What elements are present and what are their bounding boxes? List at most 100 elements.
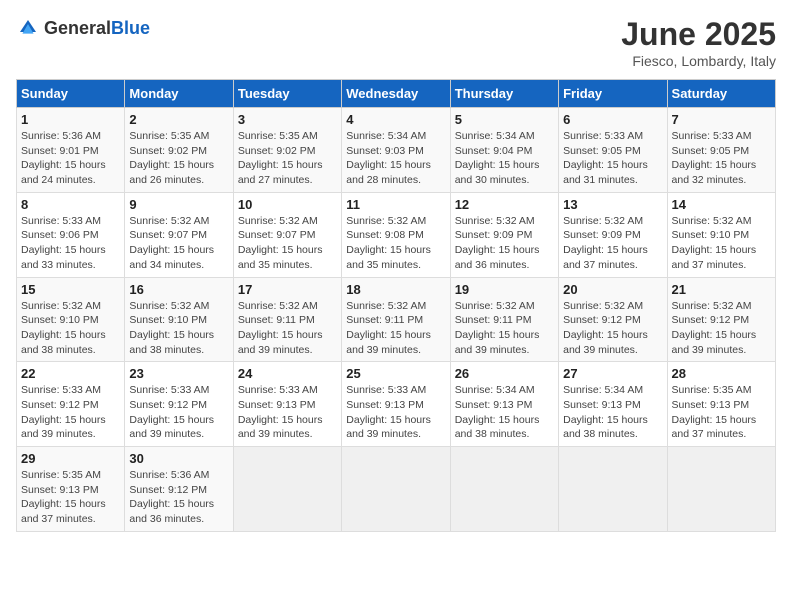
logo: GeneralBlue	[16, 16, 150, 40]
day-number: 18	[346, 282, 445, 297]
day-info: Sunrise: 5:32 AMSunset: 9:10 PMDaylight:…	[672, 214, 771, 273]
day-number: 8	[21, 197, 120, 212]
calendar-cell: 8 Sunrise: 5:33 AMSunset: 9:06 PMDaylight…	[17, 192, 125, 277]
day-number: 20	[563, 282, 662, 297]
day-number: 4	[346, 112, 445, 127]
header-monday: Monday	[125, 80, 233, 108]
calendar-cell: 1 Sunrise: 5:36 AMSunset: 9:01 PMDaylight…	[17, 108, 125, 193]
day-info: Sunrise: 5:36 AMSunset: 9:12 PMDaylight:…	[129, 468, 228, 527]
day-number: 26	[455, 366, 554, 381]
calendar-cell: 6 Sunrise: 5:33 AMSunset: 9:05 PMDaylight…	[559, 108, 667, 193]
day-number: 25	[346, 366, 445, 381]
day-info: Sunrise: 5:32 AMSunset: 9:09 PMDaylight:…	[455, 214, 554, 273]
day-info: Sunrise: 5:33 AMSunset: 9:12 PMDaylight:…	[129, 383, 228, 442]
day-info: Sunrise: 5:36 AMSunset: 9:01 PMDaylight:…	[21, 129, 120, 188]
day-number: 2	[129, 112, 228, 127]
day-info: Sunrise: 5:33 AMSunset: 9:12 PMDaylight:…	[21, 383, 120, 442]
calendar-cell	[450, 447, 558, 532]
calendar-table: SundayMondayTuesdayWednesdayThursdayFrid…	[16, 79, 776, 532]
day-number: 12	[455, 197, 554, 212]
day-info: Sunrise: 5:32 AMSunset: 9:12 PMDaylight:…	[672, 299, 771, 358]
calendar-cell: 9 Sunrise: 5:32 AMSunset: 9:07 PMDaylight…	[125, 192, 233, 277]
calendar-cell: 27 Sunrise: 5:34 AMSunset: 9:13 PMDayligh…	[559, 362, 667, 447]
day-info: Sunrise: 5:32 AMSunset: 9:07 PMDaylight:…	[129, 214, 228, 273]
day-info: Sunrise: 5:34 AMSunset: 9:13 PMDaylight:…	[563, 383, 662, 442]
location-title: Fiesco, Lombardy, Italy	[621, 53, 776, 69]
day-info: Sunrise: 5:32 AMSunset: 9:10 PMDaylight:…	[129, 299, 228, 358]
calendar-cell: 11 Sunrise: 5:32 AMSunset: 9:08 PMDayligh…	[342, 192, 450, 277]
calendar-cell: 5 Sunrise: 5:34 AMSunset: 9:04 PMDaylight…	[450, 108, 558, 193]
logo-blue: Blue	[111, 18, 150, 38]
calendar-cell: 17Sunrise: 5:32 AMSunset: 9:11 PMDayligh…	[233, 277, 341, 362]
day-number: 11	[346, 197, 445, 212]
calendar-cell	[667, 447, 775, 532]
calendar-cell: 7 Sunrise: 5:33 AMSunset: 9:05 PMDaylight…	[667, 108, 775, 193]
calendar-row-4: 22 Sunrise: 5:33 AMSunset: 9:12 PMDayligh…	[17, 362, 776, 447]
calendar-row-3: 15 Sunrise: 5:32 AMSunset: 9:10 PMDayligh…	[17, 277, 776, 362]
day-info: Sunrise: 5:32 AMSunset: 9:11 PMDaylight:…	[346, 299, 445, 358]
header-wednesday: Wednesday	[342, 80, 450, 108]
day-number: 29	[21, 451, 120, 466]
calendar-cell: 26Sunrise: 5:34 AMSunset: 9:13 PMDayligh…	[450, 362, 558, 447]
calendar-cell	[233, 447, 341, 532]
logo-general: General	[44, 18, 111, 38]
header-friday: Friday	[559, 80, 667, 108]
day-info: Sunrise: 5:34 AMSunset: 9:03 PMDaylight:…	[346, 129, 445, 188]
day-number: 24	[238, 366, 337, 381]
day-number: 7	[672, 112, 771, 127]
header-sunday: Sunday	[17, 80, 125, 108]
day-number: 16	[129, 282, 228, 297]
page-header: GeneralBlue June 2025 Fiesco, Lombardy, …	[16, 16, 776, 69]
calendar-cell: 25Sunrise: 5:33 AMSunset: 9:13 PMDayligh…	[342, 362, 450, 447]
calendar-cell: 2 Sunrise: 5:35 AMSunset: 9:02 PMDaylight…	[125, 108, 233, 193]
day-number: 10	[238, 197, 337, 212]
day-info: Sunrise: 5:33 AMSunset: 9:06 PMDaylight:…	[21, 214, 120, 273]
day-number: 3	[238, 112, 337, 127]
day-info: Sunrise: 5:33 AMSunset: 9:13 PMDaylight:…	[238, 383, 337, 442]
calendar-cell: 22 Sunrise: 5:33 AMSunset: 9:12 PMDayligh…	[17, 362, 125, 447]
day-number: 6	[563, 112, 662, 127]
calendar-cell: 29 Sunrise: 5:35 AMSunset: 9:13 PMDayligh…	[17, 447, 125, 532]
calendar-header-row: SundayMondayTuesdayWednesdayThursdayFrid…	[17, 80, 776, 108]
day-info: Sunrise: 5:32 AMSunset: 9:09 PMDaylight:…	[563, 214, 662, 273]
day-info: Sunrise: 5:32 AMSunset: 9:07 PMDaylight:…	[238, 214, 337, 273]
logo-text: GeneralBlue	[44, 18, 150, 39]
day-number: 30	[129, 451, 228, 466]
day-number: 27	[563, 366, 662, 381]
day-number: 23	[129, 366, 228, 381]
day-info: Sunrise: 5:35 AMSunset: 9:13 PMDaylight:…	[672, 383, 771, 442]
calendar-cell: 10 Sunrise: 5:32 AMSunset: 9:07 PMDayligh…	[233, 192, 341, 277]
day-info: Sunrise: 5:32 AMSunset: 9:12 PMDaylight:…	[563, 299, 662, 358]
day-info: Sunrise: 5:32 AMSunset: 9:11 PMDaylight:…	[238, 299, 337, 358]
day-info: Sunrise: 5:34 AMSunset: 9:04 PMDaylight:…	[455, 129, 554, 188]
day-info: Sunrise: 5:35 AMSunset: 9:02 PMDaylight:…	[238, 129, 337, 188]
day-info: Sunrise: 5:35 AMSunset: 9:02 PMDaylight:…	[129, 129, 228, 188]
header-saturday: Saturday	[667, 80, 775, 108]
calendar-row-1: 1 Sunrise: 5:36 AMSunset: 9:01 PMDaylight…	[17, 108, 776, 193]
header-tuesday: Tuesday	[233, 80, 341, 108]
calendar-cell: 24 Sunrise: 5:33 AMSunset: 9:13 PMDayligh…	[233, 362, 341, 447]
day-number: 1	[21, 112, 120, 127]
month-title: June 2025	[621, 16, 776, 53]
calendar-cell: 30 Sunrise: 5:36 AMSunset: 9:12 PMDayligh…	[125, 447, 233, 532]
calendar-cell: 16 Sunrise: 5:32 AMSunset: 9:10 PMDayligh…	[125, 277, 233, 362]
day-info: Sunrise: 5:32 AMSunset: 9:08 PMDaylight:…	[346, 214, 445, 273]
day-number: 5	[455, 112, 554, 127]
day-number: 21	[672, 282, 771, 297]
calendar-cell: 14 Sunrise: 5:32 AMSunset: 9:10 PMDayligh…	[667, 192, 775, 277]
day-number: 19	[455, 282, 554, 297]
day-number: 28	[672, 366, 771, 381]
day-info: Sunrise: 5:33 AMSunset: 9:05 PMDaylight:…	[563, 129, 662, 188]
calendar-cell	[559, 447, 667, 532]
logo-icon	[16, 16, 40, 40]
calendar-row-2: 8 Sunrise: 5:33 AMSunset: 9:06 PMDaylight…	[17, 192, 776, 277]
calendar-cell: 28 Sunrise: 5:35 AMSunset: 9:13 PMDayligh…	[667, 362, 775, 447]
day-number: 9	[129, 197, 228, 212]
calendar-cell: 21 Sunrise: 5:32 AMSunset: 9:12 PMDayligh…	[667, 277, 775, 362]
day-info: Sunrise: 5:33 AMSunset: 9:05 PMDaylight:…	[672, 129, 771, 188]
day-number: 15	[21, 282, 120, 297]
day-number: 22	[21, 366, 120, 381]
day-info: Sunrise: 5:35 AMSunset: 9:13 PMDaylight:…	[21, 468, 120, 527]
day-number: 14	[672, 197, 771, 212]
calendar-cell: 20 Sunrise: 5:32 AMSunset: 9:12 PMDayligh…	[559, 277, 667, 362]
